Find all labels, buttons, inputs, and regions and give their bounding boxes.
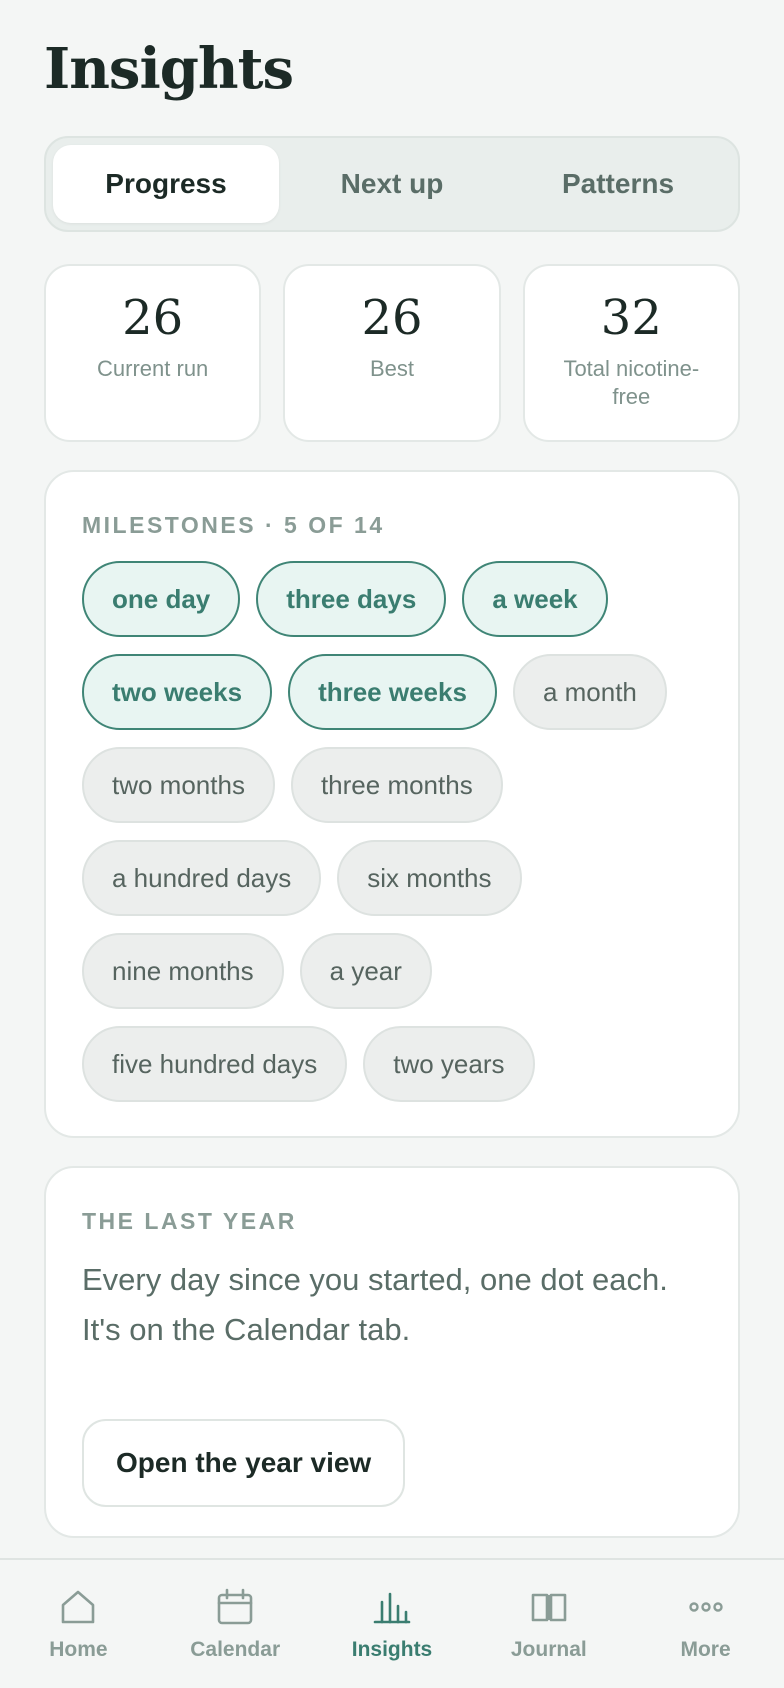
- open-year-view-button[interactable]: Open the year view: [82, 1419, 406, 1507]
- stat-label: Best: [369, 355, 414, 381]
- stat-best: 26 Best: [283, 264, 501, 442]
- segment-progress[interactable]: Progress: [53, 145, 279, 223]
- stat-label: Total nicotine-free: [563, 355, 700, 409]
- tab-calendar[interactable]: Calendar: [157, 1560, 314, 1688]
- tab-journal[interactable]: Journal: [470, 1560, 627, 1688]
- milestone-chip: a month: [512, 654, 667, 730]
- tab-home[interactable]: Home: [0, 1560, 157, 1688]
- milestone-chip: a year: [299, 933, 432, 1009]
- segment-patterns[interactable]: Patterns: [505, 145, 731, 223]
- stat-value: 26: [361, 290, 423, 346]
- last-year-heading: The last year: [82, 1208, 297, 1234]
- milestone-chip: nine months: [82, 933, 284, 1009]
- bar-chart-icon: [373, 1592, 411, 1624]
- milestone-chip: a hundred days: [82, 840, 322, 916]
- milestone-chip: two months: [82, 747, 275, 823]
- home-icon: [62, 1590, 95, 1624]
- tab-label: More: [680, 1638, 731, 1661]
- milestone-chip: one day: [82, 561, 241, 637]
- milestones-card: Milestones · 5 of 14 one day three days …: [44, 470, 740, 1138]
- segment-next-up[interactable]: Next up: [279, 145, 505, 223]
- last-year-description: Every day since you started, one dot eac…: [82, 1262, 668, 1347]
- stats-row: 26 Current run 26 Best 32 Total nicotine…: [44, 264, 740, 442]
- stat-value: 26: [122, 290, 184, 346]
- milestones-heading: Milestones · 5 of 14: [82, 512, 385, 538]
- calendar-icon: [217, 1588, 253, 1625]
- milestone-list: one day three days a week two weeks thre…: [82, 561, 682, 1102]
- tab-bar: Home Calendar Insights Journal More: [0, 1558, 784, 1688]
- tab-insights[interactable]: Insights: [314, 1560, 471, 1688]
- tab-label: Insights: [351, 1638, 433, 1661]
- milestone-chip: three weeks: [288, 654, 497, 730]
- more-icon: [688, 1602, 723, 1612]
- tab-label: Journal: [510, 1638, 587, 1661]
- milestone-chip: a week: [462, 561, 608, 637]
- tab-label: Calendar: [190, 1638, 281, 1661]
- tab-more[interactable]: More: [627, 1560, 784, 1688]
- page-title: Insights: [44, 36, 294, 102]
- stat-current-run: 26 Current run: [44, 264, 262, 442]
- tab-label: Home: [49, 1638, 108, 1661]
- milestone-chip: two weeks: [82, 654, 273, 730]
- book-icon: [531, 1593, 567, 1622]
- segmented-control: Progress Next up Patterns: [44, 136, 740, 232]
- stat-label: Current run: [97, 355, 209, 381]
- milestone-chip: three days: [256, 561, 447, 637]
- stat-total-nicotine-free: 32 Total nicotine-free: [522, 264, 740, 442]
- milestone-chip: three months: [290, 747, 503, 823]
- milestone-chip: two years: [363, 1026, 535, 1102]
- insights-screen: Insights Progress Next up Patterns 26 Cu…: [0, 0, 784, 1688]
- last-year-card: The last year Every day since you starte…: [44, 1166, 740, 1538]
- milestone-chip: six months: [337, 840, 522, 916]
- stat-value: 32: [600, 290, 662, 346]
- milestone-chip: five hundred days: [82, 1026, 348, 1102]
